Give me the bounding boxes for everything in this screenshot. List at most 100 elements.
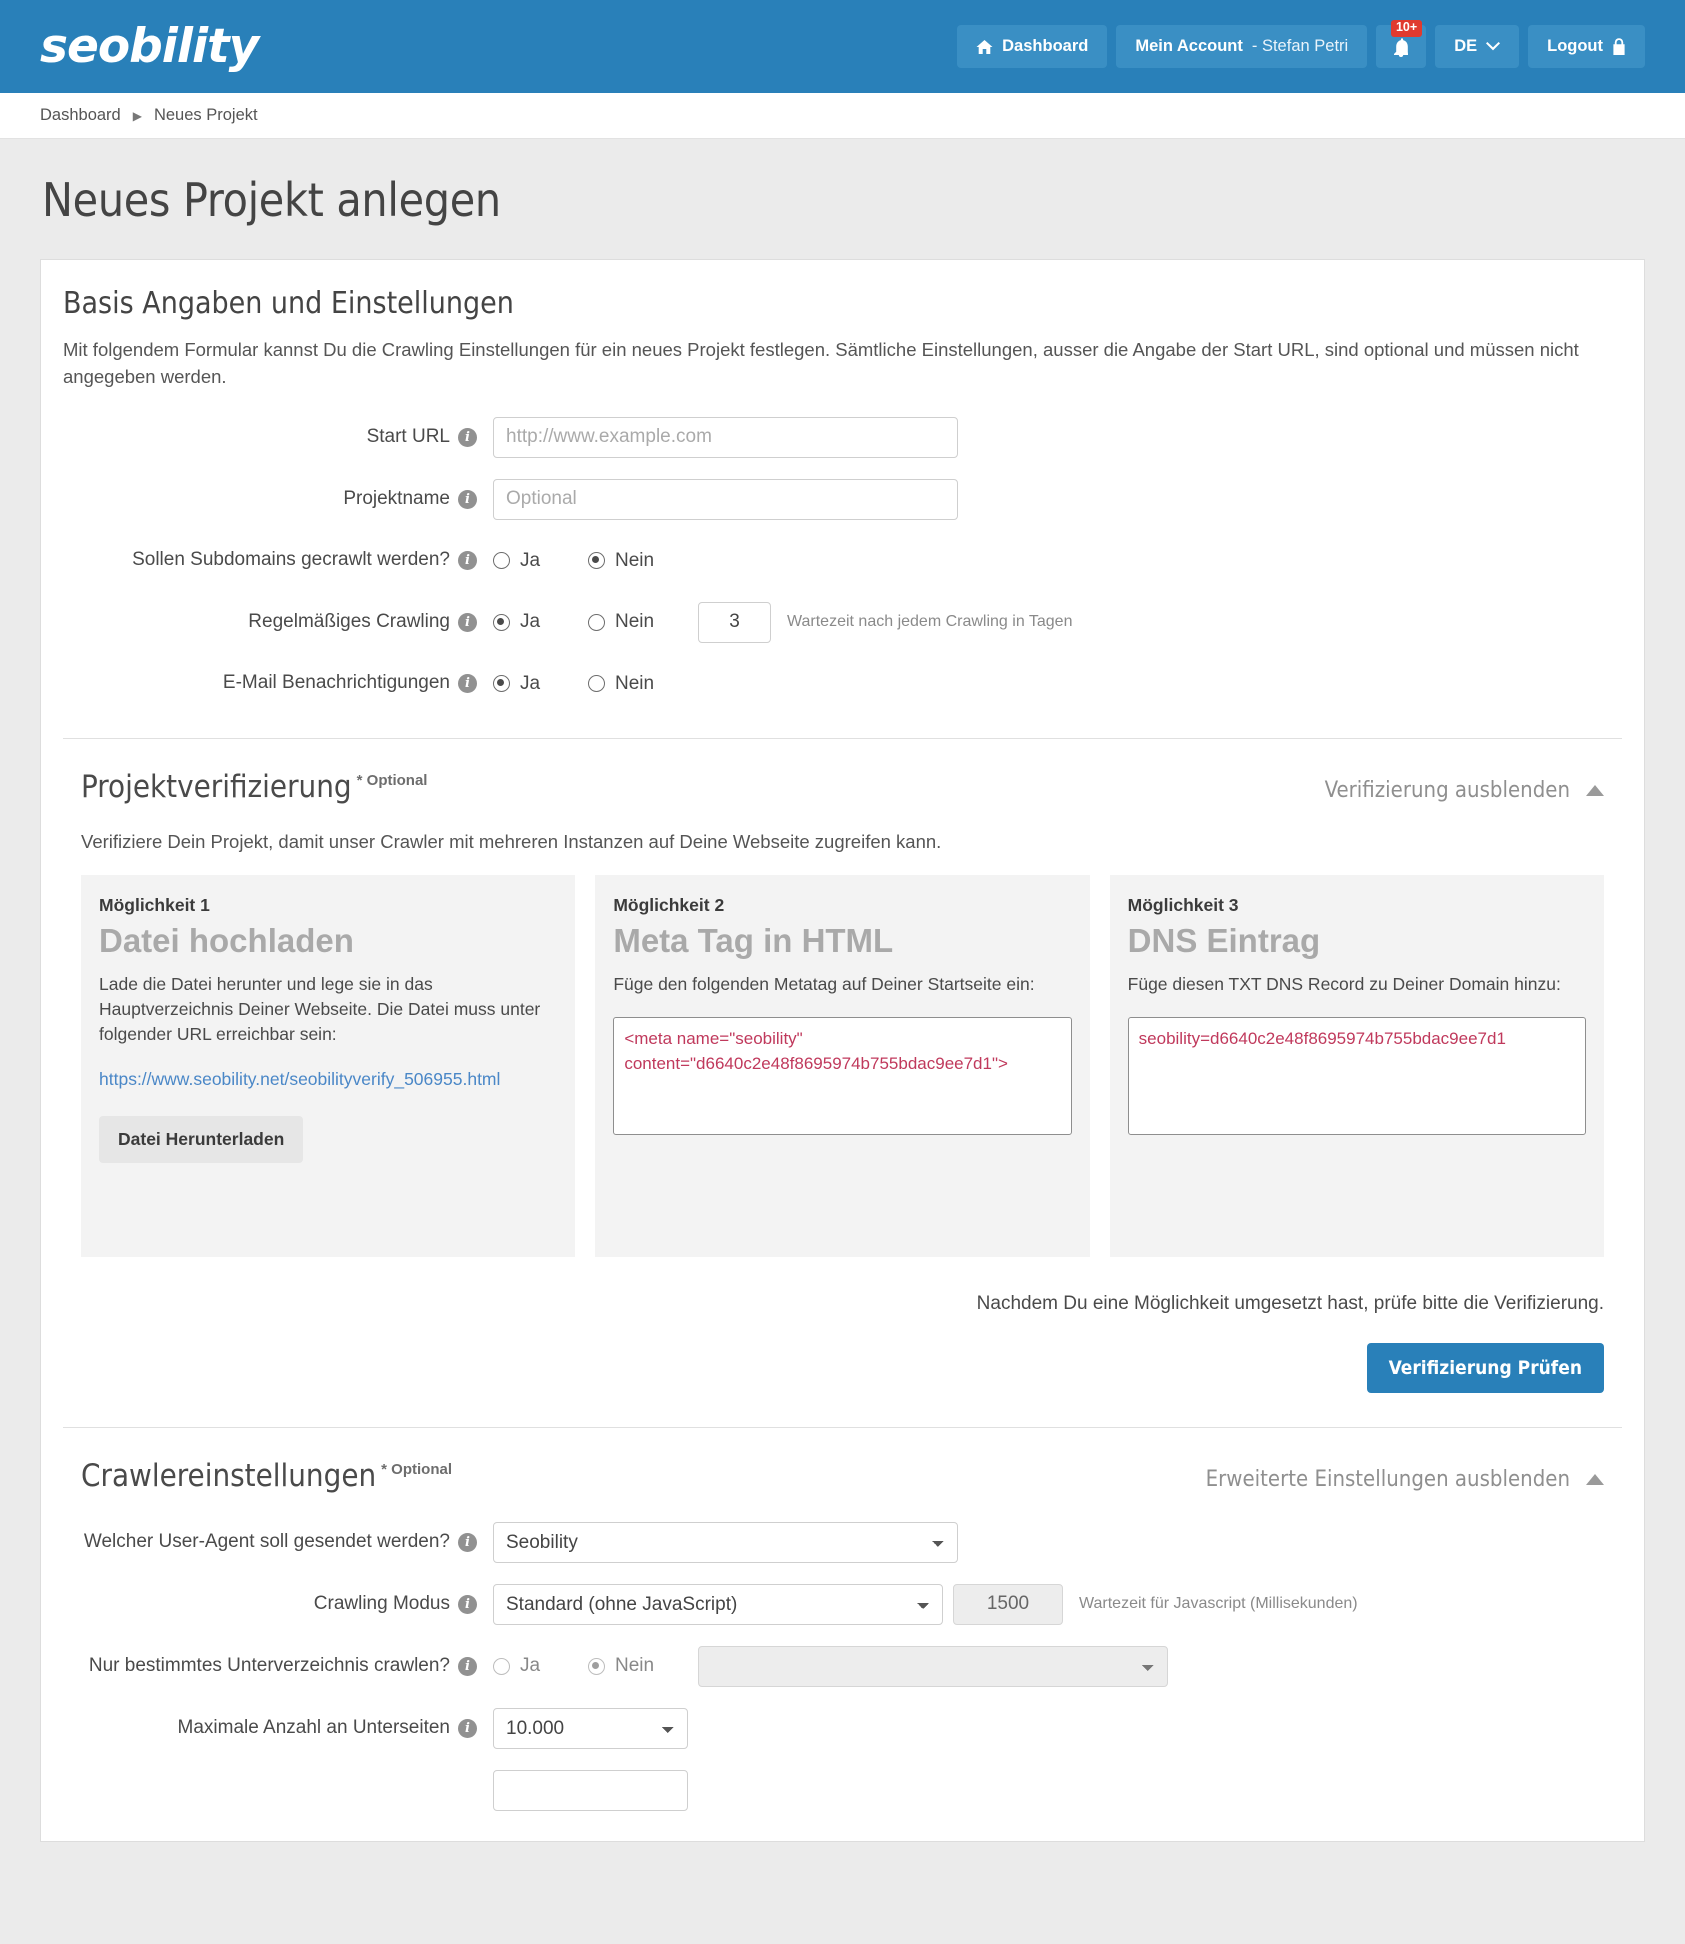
home-icon [976, 39, 993, 55]
regular-crawling-radio-no[interactable]: Nein [588, 611, 698, 633]
verification-card-2-kicker: Möglichkeit 2 [613, 894, 725, 915]
verification-optional-tag: * Optional [356, 772, 428, 790]
verification-options: Möglichkeit 1 Datei hochladen Lade die D… [63, 874, 1622, 1257]
verification-card-2-heading: Meta Tag in HTML [613, 921, 894, 959]
verification-description: Verifiziere Dein Projekt, damit unser Cr… [81, 830, 942, 852]
crawler-toggle-button[interactable]: Erweiterte Einstellungen ausblenden [1206, 1467, 1604, 1492]
max-pages-select[interactable]: 10.000 [493, 1707, 688, 1749]
download-file-button[interactable]: Datei Herunterladen [99, 1116, 304, 1164]
subdirectory-radio-no[interactable]: Nein [588, 1655, 698, 1677]
javascript-wait-hint: Wartezeit für Javascript (Millisekunden) [1079, 1595, 1358, 1613]
chevron-down-icon [1486, 42, 1501, 51]
email-notifications-radio-group: Ja Nein [493, 673, 698, 695]
max-pages-label-wrap: Maximale Anzahl an Unterseiten i [63, 1717, 493, 1740]
row-subdomains: Sollen Subdomains gecrawlt werden? i Ja … [63, 541, 1622, 581]
info-icon-regular-crawling[interactable]: i [458, 612, 477, 632]
subdomains-radio-yes[interactable]: Ja [493, 550, 588, 572]
dns-record-code-textarea[interactable]: seobility=d6640c2e48f8695974b755bdac9ee7… [1127, 1017, 1586, 1136]
subdirectory-radio-group: Ja Nein [493, 1645, 1168, 1687]
email-notifications-radio-no[interactable]: Nein [588, 673, 698, 695]
verification-footer: Nachdem Du eine Möglichkeit umgesetzt ha… [63, 1293, 1622, 1393]
crawling-mode-label: Crawling Modus [313, 1592, 450, 1614]
row-user-agent: Welcher User-Agent soll gesendet werden?… [63, 1521, 1622, 1563]
subdirectory-radio-no-label: Nein [615, 1655, 655, 1677]
crawler-section-header: Crawlereinstellungen * Optional Erweitert… [63, 1428, 1622, 1494]
row-max-pages: Maximale Anzahl an Unterseiten i 10.000 [63, 1707, 1622, 1749]
project-name-input[interactable] [493, 478, 958, 520]
email-notifications-radio-yes-label: Ja [520, 672, 541, 694]
verification-toggle-button[interactable]: Verifizierung ausblenden [1325, 778, 1604, 803]
seobility-logo[interactable]: seobility [40, 23, 259, 70]
user-agent-select[interactable]: Seobility [493, 1521, 958, 1563]
verification-card-file-upload: Möglichkeit 1 Datei hochladen Lade die D… [81, 874, 576, 1257]
notifications-badge: 10+ [1390, 20, 1423, 37]
verification-card-3-kicker: Möglichkeit 3 [1127, 894, 1239, 915]
regular-crawling-label-wrap: Regelmäßiges Crawling i [63, 611, 493, 634]
crawling-mode-select[interactable]: Standard (ohne JavaScript) [493, 1583, 943, 1625]
javascript-wait-input[interactable] [953, 1583, 1063, 1625]
nav-logout-button[interactable]: Logout [1528, 25, 1645, 68]
verification-file-url-link[interactable]: https://www.seobility.net/seobilityverif… [99, 1067, 500, 1092]
subdirectory-label-wrap: Nur bestimmtes Unterverzeichnis crawlen?… [63, 1655, 493, 1678]
start-url-label: Start URL [366, 425, 450, 447]
verification-card-3-heading: DNS Eintrag [1127, 921, 1321, 959]
subdomains-radio-no[interactable]: Nein [588, 550, 698, 572]
max-pages-label: Maximale Anzahl an Unterseiten [177, 1716, 450, 1738]
row-subdirectory: Nur bestimmtes Unterverzeichnis crawlen?… [63, 1645, 1622, 1687]
verification-title-wrap: Projektverifizierung * Optional [81, 769, 427, 805]
subdirectory-label: Nur bestimmtes Unterverzeichnis crawlen? [88, 1654, 450, 1676]
verification-toggle-label: Verifizierung ausblenden [1324, 777, 1570, 803]
radio-dot [493, 675, 510, 693]
verification-card-1-text: Lade die Datei herunter und lege sie in … [99, 974, 541, 1044]
radio-dot [493, 1657, 510, 1675]
info-icon-subdirectory[interactable]: i [458, 1656, 477, 1676]
chevron-up-icon [1586, 1473, 1604, 1485]
nav-account-button[interactable]: Mein Account - Stefan Petri [1116, 25, 1368, 68]
regular-crawling-radio-yes[interactable]: Ja [493, 611, 588, 633]
regular-crawling-radio-no-label: Nein [615, 611, 655, 633]
email-notifications-label-wrap: E-Mail Benachrichtigungen i [63, 672, 493, 695]
subdirectory-radio-yes[interactable]: Ja [493, 1655, 588, 1677]
info-icon-start-url[interactable]: i [458, 427, 477, 447]
breadcrumb-item-dashboard[interactable]: Dashboard [40, 106, 121, 125]
breadcrumb-separator-icon: ▶ [132, 108, 142, 123]
info-icon-user-agent[interactable]: i [458, 1532, 477, 1552]
email-notifications-label: E-Mail Benachrichtigungen [222, 672, 450, 694]
info-icon-subdomains[interactable]: i [458, 551, 477, 571]
bell-icon [1392, 37, 1410, 57]
nav-language-button[interactable]: DE [1435, 25, 1520, 68]
start-url-input[interactable] [493, 416, 958, 458]
nav-dashboard-button[interactable]: Dashboard [957, 25, 1108, 68]
page-body: Neues Projekt anlegen Basis Angaben und … [0, 139, 1685, 1944]
verification-title: Projektverifizierung [81, 768, 352, 805]
verification-card-1-heading: Datei hochladen [99, 921, 354, 959]
regular-crawling-radio-group: Ja Nein Wartezeit nach jedem Crawling in… [493, 601, 1073, 643]
nav-notifications-button[interactable]: 10+ [1376, 20, 1427, 68]
regular-crawling-radio-yes-label: Ja [520, 611, 541, 633]
subdirectory-select[interactable] [698, 1645, 1168, 1687]
crawling-interval-hint: Wartezeit nach jedem Crawling in Tagen [787, 613, 1073, 631]
info-icon-email-notifications[interactable]: i [458, 674, 477, 694]
check-verification-button[interactable]: Verifizierung Prüfen [1366, 1342, 1604, 1393]
subdomains-radio-no-label: Nein [615, 549, 655, 571]
basis-section-title: Basis Angaben und Einstellungen [63, 286, 514, 321]
row-next-partial [63, 1769, 1622, 1811]
verification-footer-note: Nachdem Du eine Möglichkeit umgesetzt ha… [976, 1292, 1604, 1314]
info-icon-max-pages[interactable]: i [458, 1718, 477, 1738]
next-row-input[interactable] [493, 1769, 688, 1811]
info-icon-crawling-mode[interactable]: i [458, 1594, 477, 1614]
info-icon-project-name[interactable]: i [458, 489, 477, 509]
subdirectory-radio-yes-label: Ja [520, 1655, 541, 1677]
email-notifications-radio-no-label: Nein [615, 672, 655, 694]
radio-dot [588, 1657, 605, 1675]
nav-dashboard-label: Dashboard [1002, 37, 1089, 55]
nav-logout-label: Logout [1547, 37, 1603, 55]
meta-tag-code-textarea[interactable]: <meta name="seobility" content="d6640c2e… [613, 1017, 1072, 1136]
verification-card-meta-tag: Möglichkeit 2 Meta Tag in HTML Füge den … [595, 874, 1090, 1257]
verification-card-3-text: Füge diesen TXT DNS Record zu Deiner Dom… [1127, 974, 1561, 995]
breadcrumb-item-current: Neues Projekt [153, 106, 258, 124]
email-notifications-radio-yes[interactable]: Ja [493, 673, 588, 695]
crawling-interval-days-input[interactable] [698, 601, 771, 643]
breadcrumb: Dashboard ▶ Neues Projekt [0, 93, 1685, 139]
regular-crawling-label: Regelmäßiges Crawling [248, 610, 450, 632]
